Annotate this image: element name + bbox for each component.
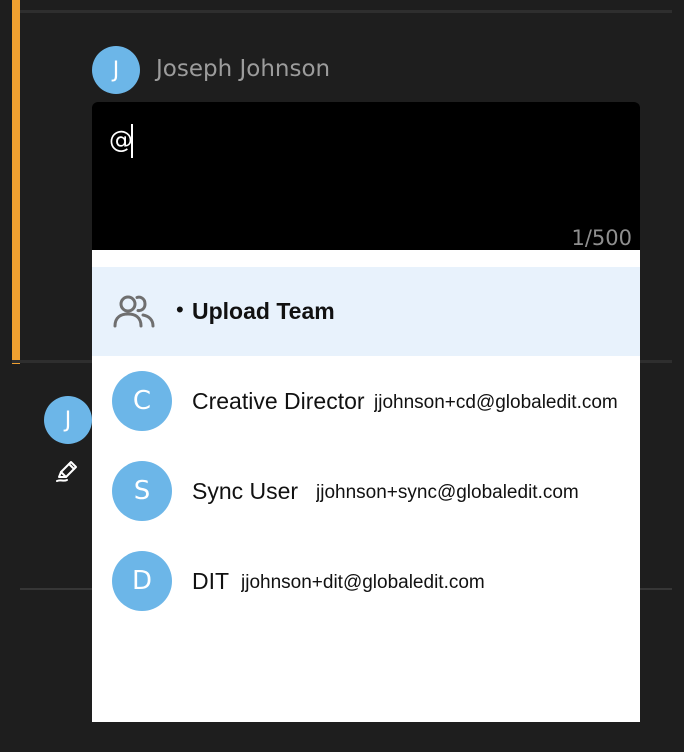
character-count: 1/500 (571, 226, 632, 250)
user-avatar: D (112, 551, 172, 611)
users-group-icon (112, 293, 156, 329)
comment-input-text: @ (109, 126, 133, 154)
user-email: jjohnson+dit@globaledit.com (241, 572, 485, 593)
comment-input[interactable]: @ 1/500 (92, 102, 640, 250)
user-avatar: S (112, 461, 172, 521)
mention-option-upload-team[interactable]: • Upload Team (92, 267, 640, 356)
mention-option-creative-director[interactable]: C Creative Director jjohnson+cd@globaled… (92, 356, 640, 446)
author-name: Joseph Johnson (156, 56, 331, 82)
user-name: Creative Director (192, 388, 365, 414)
mention-option-sync-user[interactable]: S Sync User jjohnson+sync@globaledit.com (92, 446, 640, 536)
user-email: jjohnson+cd@globaledit.com (374, 392, 618, 413)
author-avatar: J (92, 46, 140, 94)
user-email: jjohnson+sync@globaledit.com (316, 482, 579, 503)
edit-pen-icon[interactable] (54, 458, 80, 484)
team-bullet: • (176, 297, 184, 322)
reply-avatar: J (44, 396, 92, 444)
active-comment-indicator (12, 0, 20, 364)
divider (20, 10, 672, 13)
team-label: Upload Team (192, 298, 335, 324)
text-caret (131, 124, 133, 158)
user-avatar: C (112, 371, 172, 431)
mention-suggestions: • Upload Team C Creative Director jjohns… (92, 250, 640, 722)
user-name: DIT (192, 568, 230, 594)
mention-option-dit[interactable]: D DIT jjohnson+dit@globaledit.com (92, 536, 640, 626)
user-name: Sync User (192, 478, 299, 504)
